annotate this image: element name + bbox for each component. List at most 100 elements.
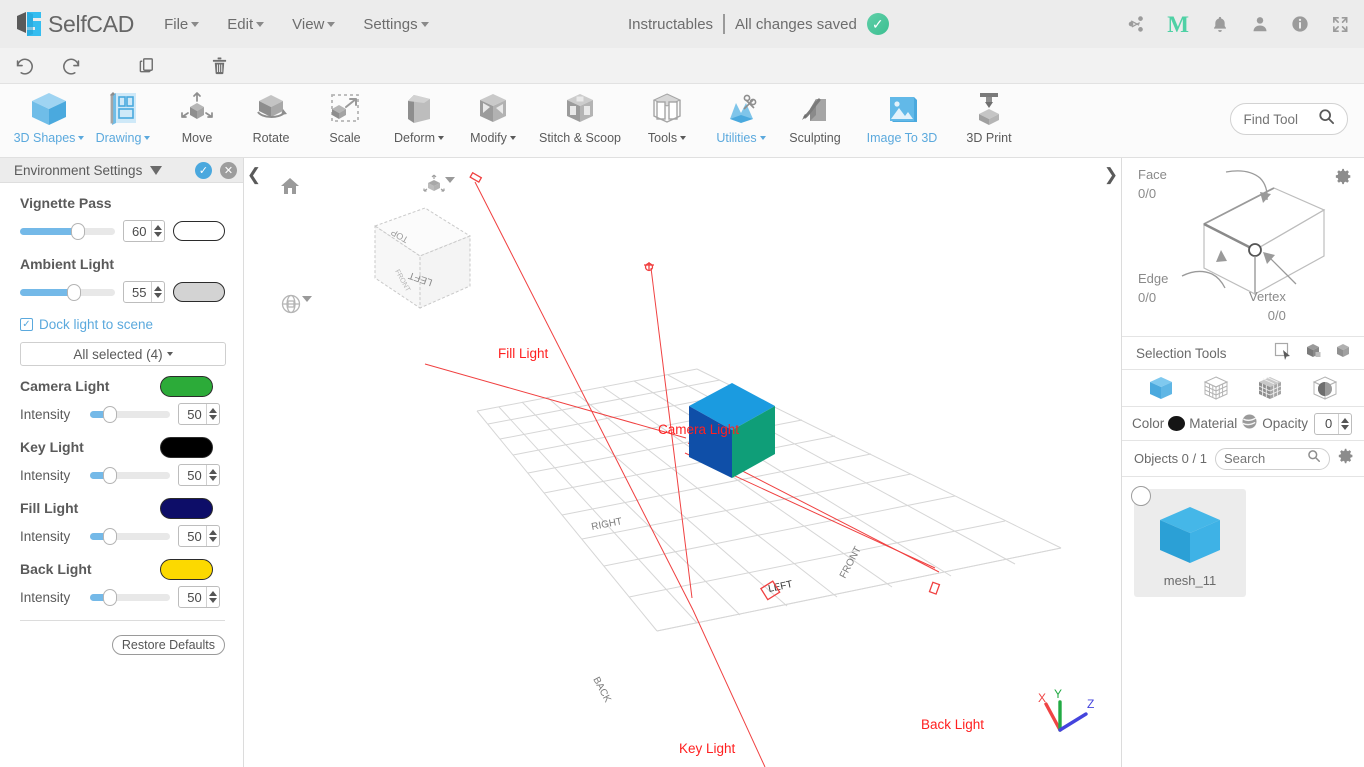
menu-file[interactable]: File	[164, 16, 200, 33]
back-light-color-swatch[interactable]	[160, 559, 213, 580]
redo-icon[interactable]	[62, 56, 84, 76]
menu-view[interactable]: View	[292, 16, 336, 33]
back-light-intensity-stepper[interactable]	[206, 587, 219, 607]
tool-stitch-scoop[interactable]: Stitch & Scoop	[530, 84, 630, 156]
chevron-down-icon[interactable]	[445, 177, 455, 200]
document-name[interactable]: Instructables	[628, 16, 713, 33]
objects-search-box[interactable]	[1214, 447, 1330, 470]
object-mode-icon[interactable]	[1147, 374, 1175, 402]
find-tool-input[interactable]	[1243, 111, 1310, 127]
stitch-scoop-icon	[559, 89, 601, 129]
tool-image-to-3d[interactable]: Image To 3D	[852, 84, 952, 156]
ambient-light-slider[interactable]	[20, 283, 115, 301]
app-logo[interactable]: SelfCAD	[14, 9, 134, 39]
gear-icon[interactable]	[1338, 448, 1354, 469]
tool-tools[interactable]: Tools	[630, 84, 704, 156]
camera-light-intensity-stepper[interactable]	[206, 404, 219, 424]
chevron-down-icon	[437, 136, 444, 140]
collapse-left-panel-button[interactable]: ❮	[245, 158, 263, 192]
camera-light-intensity-slider[interactable]	[90, 405, 170, 423]
ambient-light-stepper[interactable]	[150, 282, 164, 302]
list-item[interactable]: mesh_11	[1131, 486, 1246, 597]
opacity-stepper[interactable]	[1338, 413, 1351, 434]
tool-label: Sculpting	[789, 131, 841, 145]
key-light-intensity-numberbox[interactable]: 50	[178, 464, 220, 486]
tool-utilities[interactable]: Utilities	[704, 84, 778, 156]
delete-icon[interactable]	[211, 56, 228, 76]
grid-label-front: FRONT	[838, 545, 864, 581]
objects-search-input[interactable]	[1223, 451, 1307, 466]
fill-light-color-swatch[interactable]	[160, 498, 213, 519]
home-view-icon[interactable]	[280, 176, 300, 201]
tool-sculpting[interactable]: Sculpting	[778, 84, 852, 156]
tool-modify[interactable]: Modify	[456, 84, 530, 156]
vignette-pass-numberbox[interactable]: 60	[122, 220, 165, 242]
rect-select-icon[interactable]	[1274, 342, 1292, 365]
tool-3d-shapes[interactable]: 3D Shapes	[12, 84, 86, 156]
perspective-view-icon[interactable]	[423, 174, 455, 201]
back-light-label: Back Light	[20, 561, 92, 578]
back-light-intensity-numberbox[interactable]: 50	[178, 586, 220, 608]
undo-icon[interactable]	[12, 56, 34, 76]
key-light-color-swatch[interactable]	[160, 437, 213, 458]
image-to-3d-icon	[881, 89, 923, 129]
tool-drawing[interactable]: Drawing	[86, 84, 160, 156]
ambient-light-color-swatch[interactable]	[172, 282, 225, 302]
3d-viewport[interactable]: FRONT BACK RIGHT LEFT Fill Light Camera …	[245, 158, 1120, 767]
tool-3d-print[interactable]: 3D Print	[952, 84, 1026, 156]
tool-move[interactable]: Move	[160, 84, 234, 156]
key-light-intensity-stepper[interactable]	[206, 465, 219, 485]
key-light-intensity-slider[interactable]	[90, 466, 170, 484]
info-icon[interactable]	[1291, 15, 1309, 33]
view-cube[interactable]: TOP LEFT FRONT	[315, 186, 495, 366]
search-icon[interactable]	[1307, 449, 1321, 468]
camera-light-intensity-numberbox[interactable]: 50	[178, 403, 220, 425]
chevron-down-icon[interactable]	[302, 296, 312, 319]
ambient-light-numberbox[interactable]: 55	[122, 281, 165, 303]
face-mode-icon[interactable]	[1256, 374, 1284, 402]
restore-defaults-button[interactable]: Restore Defaults	[111, 635, 225, 655]
tool-rotate[interactable]: Rotate	[234, 84, 308, 156]
orbit-view-icon[interactable]	[280, 293, 312, 320]
tool-deform[interactable]: Deform	[382, 84, 456, 156]
tool-scale[interactable]: Scale	[308, 84, 382, 156]
fill-light-intensity-numberbox[interactable]: 50	[178, 525, 220, 547]
user-icon[interactable]	[1251, 15, 1269, 33]
opacity-numberbox[interactable]: 0	[1314, 412, 1353, 435]
box-add-select-icon[interactable]	[1304, 342, 1322, 365]
menu-edit[interactable]: Edit	[227, 16, 265, 33]
color-swatch[interactable]	[1168, 416, 1186, 431]
fullscreen-icon[interactable]	[1331, 15, 1350, 34]
cube-icon	[28, 89, 70, 129]
chevron-down-icon[interactable]	[150, 165, 163, 175]
vertex-mode-icon[interactable]	[1202, 374, 1230, 402]
ambient-light-value: 55	[132, 284, 147, 300]
medium-m-icon[interactable]: M	[1167, 13, 1189, 36]
vignette-pass-stepper[interactable]	[150, 221, 164, 241]
fill-light-intensity-slider[interactable]	[90, 527, 170, 545]
close-panel-button[interactable]: ✕	[220, 161, 237, 179]
copy-icon[interactable]	[138, 56, 157, 75]
polygon-mode-icon[interactable]	[1311, 374, 1339, 402]
material-icon[interactable]	[1241, 413, 1258, 435]
back-light-intensity-slider[interactable]	[90, 588, 170, 606]
tools-icon	[646, 89, 688, 129]
camera-light-color-swatch[interactable]	[160, 376, 213, 397]
fill-light-intensity-stepper[interactable]	[206, 526, 219, 546]
light-selector-dropdown[interactable]: All selected (4)	[20, 342, 226, 366]
search-icon[interactable]	[1318, 108, 1335, 130]
find-tool-box[interactable]	[1230, 103, 1348, 135]
vignette-pass-color-swatch[interactable]	[172, 221, 225, 241]
vignette-pass-slider[interactable]	[20, 222, 115, 240]
box-remove-select-icon[interactable]	[1334, 342, 1352, 365]
dock-light-checkbox[interactable]: ✓	[20, 318, 33, 331]
dock-light-checkbox-row[interactable]: ✓ Dock light to scene	[20, 317, 225, 332]
collapse-right-panel-button[interactable]: ❯	[1102, 158, 1120, 192]
share-icon[interactable]	[1127, 15, 1145, 33]
object-select-radio[interactable]	[1131, 486, 1151, 506]
menu-settings[interactable]: Settings	[363, 16, 429, 33]
main-menu: File Edit View Settings	[164, 16, 429, 33]
fill-light-row: Fill Light	[20, 498, 225, 519]
bell-icon[interactable]	[1211, 15, 1229, 34]
apply-button[interactable]: ✓	[195, 161, 212, 179]
